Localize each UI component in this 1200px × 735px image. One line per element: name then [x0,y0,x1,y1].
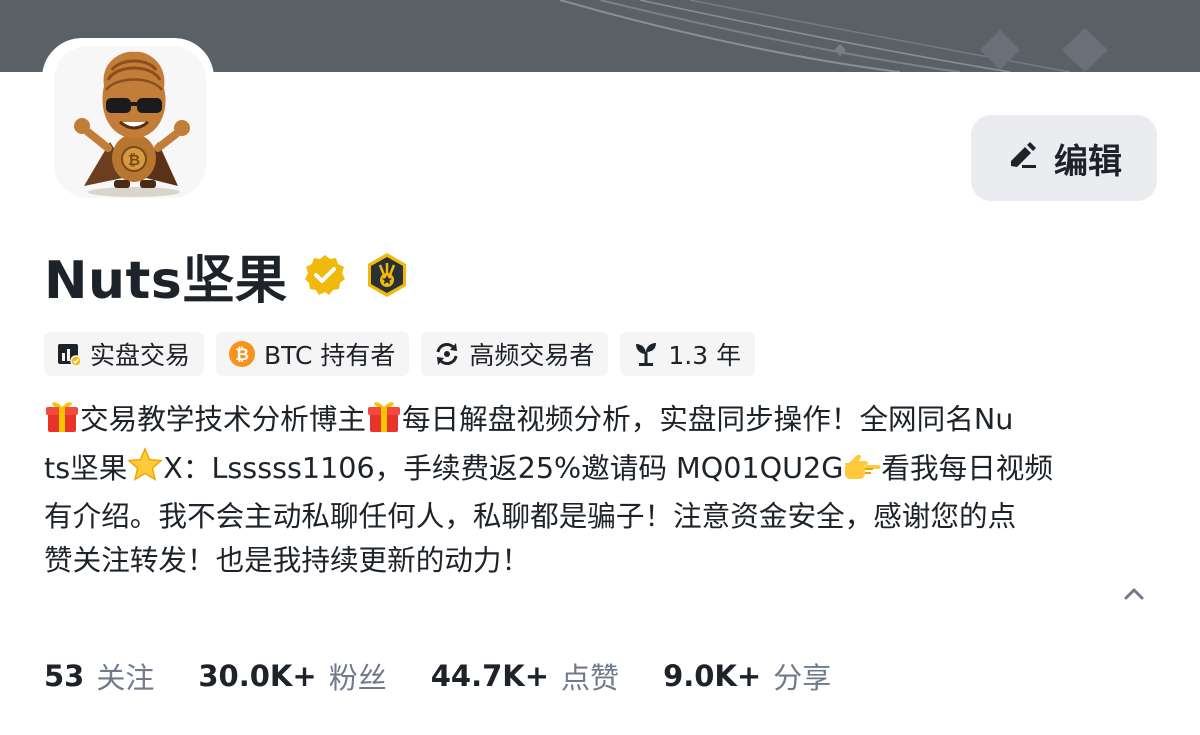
stat-label: 分享 [773,661,832,695]
stat-value: 44.7K+ [430,659,550,693]
tag-label: 实盘交易 [90,341,191,370]
chevron-up-icon [1123,587,1145,601]
bio-line: 有介绍。我不会主动私聊任何人，私聊都是骗子！注意资金安全，感谢您的点 [44,499,1017,533]
edit-profile-button[interactable]: 编辑 [971,115,1157,201]
stat-label: 点赞 [561,661,620,695]
bio-line: ts坚果 X：Lsssss1106，手续费返25%邀请码 MQ01QU2G 看我… [44,446,1164,496]
profile-name: Nuts坚果 [44,250,288,311]
edit-button-label: 编辑 [1054,141,1122,182]
svg-text:₿: ₿ [128,151,140,169]
tag-label: 1.3 年 [668,341,742,370]
stat-likes[interactable]: 44.7K+ 点赞 [431,655,619,697]
profile-bio: 交易教学技术分析博主 每日解盘视频分析，实盘同步操作！全网同名Nu ts坚果 X… [44,398,1164,582]
stat-label: 关注 [96,661,155,695]
avatar[interactable]: ₿ [54,46,206,198]
nut-mascot-avatar-image: ₿ [54,46,206,198]
profile-name-row: Nuts坚果 [44,240,411,311]
pointing-hand-icon [843,452,881,496]
edit-pen-icon [1006,139,1040,177]
star-icon [127,446,164,496]
stat-value: 30.0K+ [198,659,317,693]
real-trading-icon [56,341,82,367]
tag-account-age[interactable]: 1.3 年 [620,332,756,376]
medal-badge-icon[interactable] [363,251,411,299]
tag-label: 高频交易者 [469,341,595,370]
stat-value: 9.0K+ [663,659,762,693]
stat-label: 粉丝 [328,661,387,695]
bio-line: 赞关注转发！也是我持续更新的动力！ [44,542,531,577]
tag-real-trading[interactable]: 实盘交易 [44,332,205,376]
collapse-bio-button[interactable] [1120,580,1148,608]
profile-stats: 53 关注 30.0K+ 粉丝 44.7K+ 点赞 9.0K+ 分享 [44,654,875,698]
stat-followers[interactable]: 30.0K+ 粉丝 [198,655,386,697]
tag-high-frequency-trader[interactable]: 高频交易者 [421,332,609,376]
sprout-icon [632,340,660,368]
tag-btc-holder[interactable]: ₿ BTC 持有者 [216,332,410,376]
stat-value: 53 [44,659,85,693]
stat-shares[interactable]: 9.0K+ 分享 [663,655,831,697]
profile-tags: 实盘交易 ₿ BTC 持有者 高频交易者 1.3 年 [44,332,756,376]
svg-text:₿: ₿ [235,345,249,365]
tag-label: BTC 持有者 [264,341,396,370]
bitcoin-icon: ₿ [228,340,256,368]
gift-icon [44,398,80,447]
gift-icon [366,398,402,447]
high-frequency-icon [433,340,461,368]
stat-following[interactable]: 53 关注 [44,655,154,697]
bio-line: 交易教学技术分析博主 每日解盘视频分析，实盘同步操作！全网同名Nu [44,398,1164,447]
verified-badge-icon[interactable] [303,253,347,297]
